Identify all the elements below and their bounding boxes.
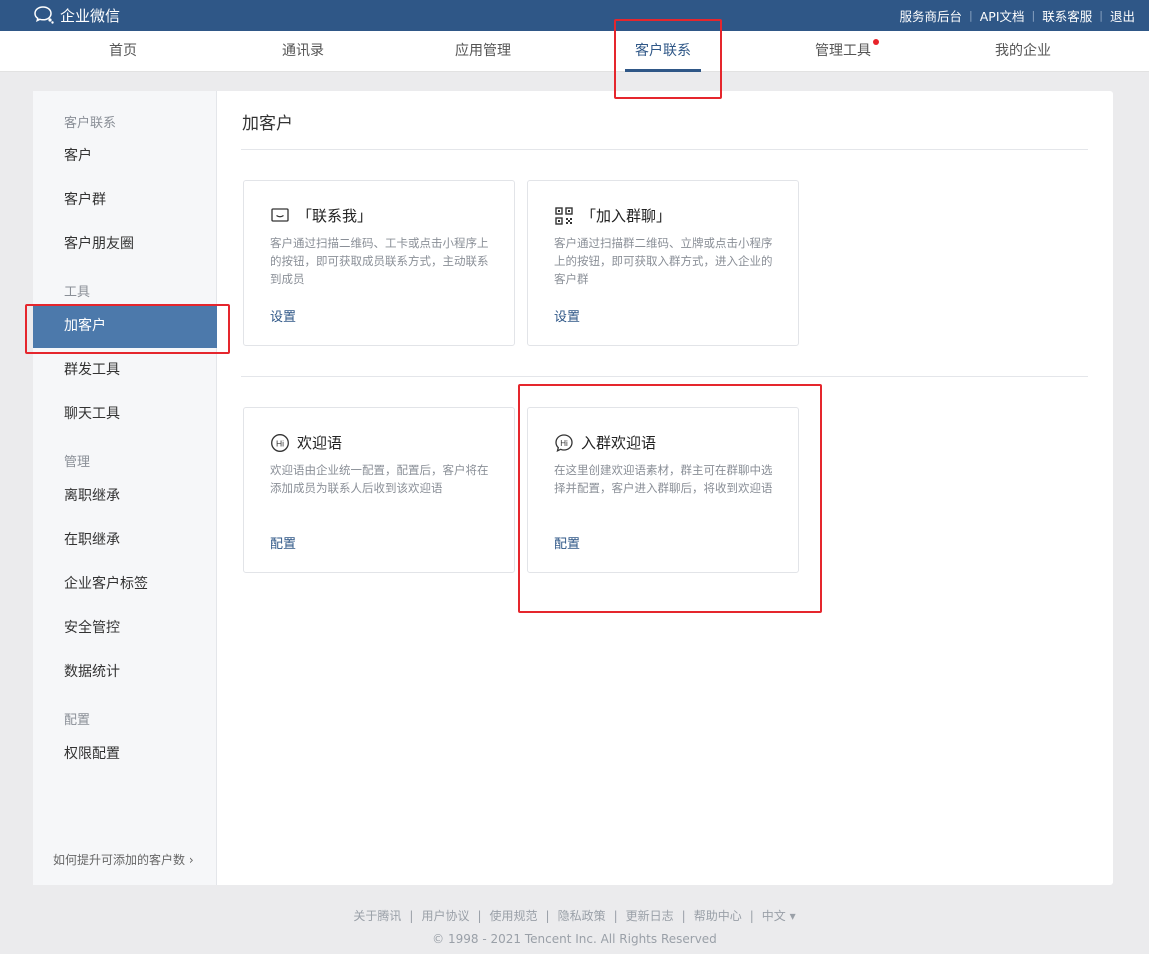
- sidebar-item-customer-tags[interactable]: 企业客户标签: [33, 562, 217, 606]
- footer-separator: |: [613, 908, 618, 923]
- sidebar-item-chat-tools[interactable]: 聊天工具: [33, 392, 217, 436]
- card-title: 入群欢迎语: [581, 434, 657, 452]
- wecom-logo-icon: [34, 6, 54, 24]
- footer-separator: |: [681, 908, 686, 923]
- nav-management-tools[interactable]: 管理工具: [763, 31, 923, 72]
- contact-me-icon: [271, 207, 289, 222]
- card-description: 欢迎语由企业统一配置，配置后，客户将在添加成员为联系人后收到该欢迎语: [270, 463, 489, 495]
- top-link-separator: |: [969, 9, 973, 22]
- card-group-welcome-message: Hi 入群欢迎语 在这里创建欢迎语素材，群主可在群聊中选择并配置，客户进入群聊后…: [527, 407, 799, 573]
- card-join-group: 「加入群聊」 客户通过扫描群二维码、立牌或点击小程序上的按钮，即可获取入群方式，…: [527, 180, 799, 346]
- card-title: 欢迎语: [297, 434, 343, 452]
- sidebar-item-resigned-inheritance[interactable]: 离职继承: [33, 474, 217, 518]
- sidebar-item-customer-groups[interactable]: 客户群: [33, 178, 217, 222]
- card-header: Hi 欢迎语: [270, 432, 342, 453]
- sidebar-item-customers[interactable]: 客户: [33, 134, 217, 178]
- footer-link-usage-rules[interactable]: 使用规范: [490, 907, 538, 924]
- page-footer: 关于腾讯 | 用户协议 | 使用规范 | 隐私政策 | 更新日志 | 帮助中心 …: [0, 907, 1149, 947]
- card-description: 在这里创建欢迎语素材，群主可在群聊中选择并配置，客户进入群聊后，将收到欢迎语: [554, 463, 773, 495]
- nav-customer-contact[interactable]: 客户联系: [583, 31, 743, 72]
- sidebar-item-moments[interactable]: 客户朋友圈: [33, 222, 217, 266]
- footer-link-user-agreement[interactable]: 用户协议: [421, 907, 469, 924]
- sidebar-item-permissions[interactable]: 权限配置: [33, 732, 217, 776]
- page-title: 加客户: [242, 114, 293, 134]
- settings-link[interactable]: 设置: [554, 306, 580, 325]
- sidebar-group-title: 管理: [64, 455, 91, 470]
- nav-app-management[interactable]: 应用管理: [403, 31, 563, 72]
- sidebar: 客户联系 客户 客户群 客户朋友圈 工具 加客户 群发工具 聊天工具 管理 离职…: [33, 91, 217, 885]
- card-header: 「联系我」: [270, 205, 372, 226]
- qr-code-icon: [555, 206, 573, 225]
- card-description: 客户通过扫描群二维码、立牌或点击小程序上的按钮，即可获取入群方式，进入企业的客户…: [554, 236, 773, 286]
- card-description: 客户通过扫描二维码、工卡或点击小程序上的按钮，即可获取成员联系方式，主动联系到成…: [270, 236, 489, 286]
- sidebar-item-statistics[interactable]: 数据统计: [33, 650, 217, 694]
- brand-name: 企业微信: [60, 6, 121, 25]
- main-nav: 首页 通讯录 应用管理 客户联系 管理工具 我的企业: [0, 31, 1149, 72]
- increase-customer-limit-link[interactable]: 如何提升可添加的客户数 ›: [53, 851, 194, 868]
- contact-support-link[interactable]: 联系客服: [1042, 6, 1092, 25]
- configure-link[interactable]: 配置: [270, 533, 296, 552]
- card-contact-me: 「联系我」 客户通过扫描二维码、工卡或点击小程序上的按钮，即可获取成员联系方式，…: [243, 180, 515, 346]
- card-header: Hi 入群欢迎语: [554, 432, 656, 453]
- sidebar-group-title: 客户联系: [64, 116, 117, 131]
- top-links: 服务商后台 | API文档 | 联系客服 | 退出: [900, 0, 1135, 31]
- sidebar-item-mass-messaging[interactable]: 群发工具: [33, 348, 217, 392]
- top-link-separator: |: [1099, 9, 1103, 22]
- top-bar: 企业微信 服务商后台 | API文档 | 联系客服 | 退出: [0, 0, 1149, 31]
- copyright-text: © 1998 - 2021 Tencent Inc. All Rights Re…: [432, 932, 717, 946]
- footer-link-help[interactable]: 帮助中心: [694, 907, 742, 924]
- sidebar-item-active-inheritance[interactable]: 在职继承: [33, 518, 217, 562]
- main-panel: 客户联系 客户 客户群 客户朋友圈 工具 加客户 群发工具 聊天工具 管理 离职…: [33, 91, 1113, 885]
- logout-link[interactable]: 退出: [1110, 6, 1135, 25]
- footer-separator: |: [545, 908, 550, 923]
- footer-link-privacy[interactable]: 隐私政策: [558, 907, 606, 924]
- language-selector[interactable]: 中文 ▾: [762, 907, 796, 924]
- hi-group-greeting-icon: Hi: [555, 433, 573, 452]
- svg-text:Hi: Hi: [560, 438, 568, 447]
- hi-greeting-icon: Hi: [271, 433, 289, 452]
- divider: [241, 149, 1088, 150]
- card-title: 「加入群聊」: [581, 207, 672, 225]
- divider: [241, 376, 1088, 377]
- footer-links: 关于腾讯 | 用户协议 | 使用规范 | 隐私政策 | 更新日志 | 帮助中心 …: [0, 907, 1149, 924]
- sidebar-item-add-customer[interactable]: 加客户: [33, 304, 217, 348]
- nav-contacts[interactable]: 通讯录: [223, 31, 383, 72]
- api-docs-link[interactable]: API文档: [980, 6, 1025, 25]
- settings-link[interactable]: 设置: [270, 306, 296, 325]
- card-header: 「加入群聊」: [554, 205, 671, 226]
- sidebar-group-title: 配置: [64, 713, 91, 728]
- notification-dot: [873, 39, 879, 45]
- configure-link[interactable]: 配置: [554, 533, 580, 552]
- top-link-separator: |: [1031, 9, 1036, 22]
- footer-separator: |: [749, 908, 754, 923]
- footer-link-changelog[interactable]: 更新日志: [626, 907, 674, 924]
- card-title: 「联系我」: [297, 207, 373, 225]
- sidebar-group-title: 工具: [64, 285, 91, 300]
- nav-my-enterprise[interactable]: 我的企业: [943, 31, 1103, 72]
- svg-text:Hi: Hi: [276, 438, 284, 448]
- footer-link-label: 如何提升可添加的客户数: [53, 853, 186, 867]
- nav-home[interactable]: 首页: [43, 31, 203, 72]
- chevron-right-icon: ›: [188, 853, 194, 867]
- footer-link-about[interactable]: 关于腾讯: [353, 907, 401, 924]
- footer-separator: |: [477, 908, 482, 923]
- brand-logo[interactable]: 企业微信: [33, 5, 120, 25]
- card-welcome-message: Hi 欢迎语 欢迎语由企业统一配置，配置后，客户将在添加成员为联系人后收到该欢迎…: [243, 407, 515, 573]
- footer-separator: |: [409, 908, 414, 923]
- sidebar-item-security[interactable]: 安全管控: [33, 606, 217, 650]
- service-provider-link[interactable]: 服务商后台: [900, 6, 963, 25]
